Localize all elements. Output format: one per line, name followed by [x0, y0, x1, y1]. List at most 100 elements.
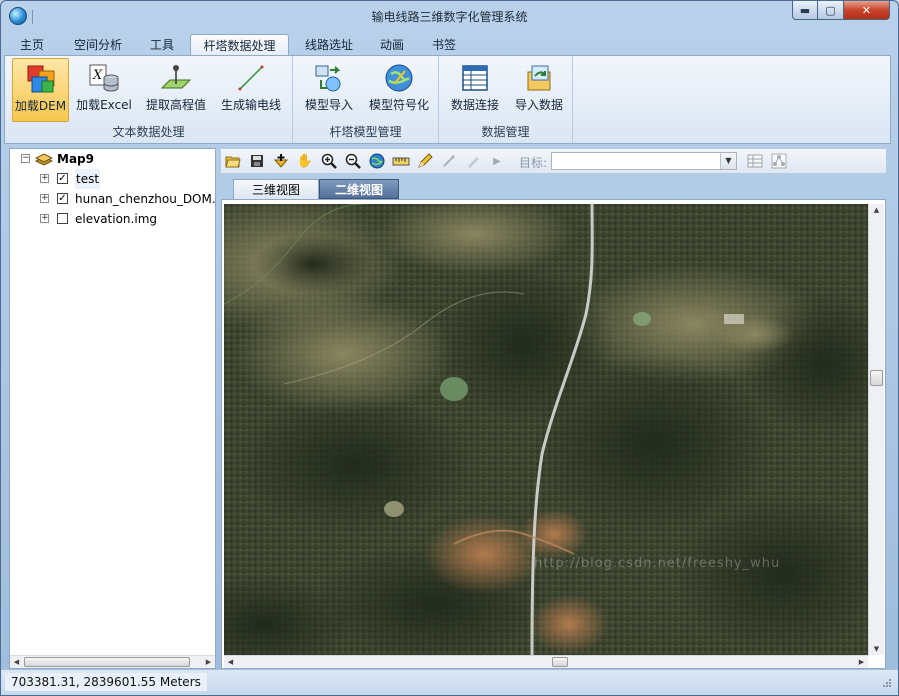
dem-layers-icon: [27, 65, 54, 93]
expand-icon[interactable]: +: [40, 174, 49, 183]
load-dem-label: 加载DEM: [14, 99, 67, 113]
coordinate-readout: 703381.31, 2839601.55 Meters: [5, 673, 207, 691]
symbol-globe-icon: [385, 64, 413, 92]
layer-tree-panel: − Map9 + ✓ test + ✓ hunan_chenzhou_DOM.t…: [9, 148, 216, 669]
map-name: Map9: [57, 152, 94, 166]
import-data-icon: [527, 65, 551, 91]
scroll-thumb[interactable]: [552, 657, 568, 667]
symbolize-model-label: 模型符号化: [368, 98, 429, 112]
scroll-right-arrow-icon[interactable]: ▶: [855, 656, 868, 668]
import-data-label: 导入数据: [514, 98, 563, 112]
scroll-thumb[interactable]: [24, 657, 190, 667]
ribbon-group-tower-model: 模型导入 模型符号化 杆塔模型管理: [293, 56, 439, 143]
extract-elevation-label: 提取高程值: [145, 98, 206, 112]
tab-home[interactable]: 主页: [9, 34, 55, 56]
tab-2d-view[interactable]: 二维视图: [319, 179, 399, 199]
generate-line-label: 生成输电线: [220, 98, 281, 112]
map-layers-icon: [35, 153, 53, 166]
svg-text:X: X: [92, 68, 103, 83]
zoom-in-icon[interactable]: [320, 152, 338, 170]
close-button[interactable]: ✕: [844, 1, 890, 20]
ribbon-group-data-management: 数据连接 导入数据 数据管理: [439, 56, 573, 143]
tab-3d-view[interactable]: 三维视图: [233, 179, 319, 199]
dropdown-arrow-icon[interactable]: ▼: [720, 153, 736, 169]
toc-horizontal-scrollbar[interactable]: ◀ ▶: [10, 655, 215, 668]
layer-name: test: [75, 169, 101, 189]
data-connection-label: 数据连接: [450, 98, 499, 112]
scroll-right-arrow-icon[interactable]: ▶: [202, 656, 215, 668]
edit-pencil-icon[interactable]: [416, 152, 434, 170]
excel-database-icon: X: [89, 64, 119, 92]
minimize-button[interactable]: ▬: [792, 1, 818, 20]
tab-route-selection[interactable]: 线路选址: [294, 34, 364, 56]
full-extent-globe-icon[interactable]: [368, 152, 386, 170]
ribbon-panel: 加载DEM X 加载Excel 提取高程值 生成输电线 文本数据处理 模型导入 …: [4, 55, 891, 144]
scroll-up-arrow-icon[interactable]: ▲: [870, 204, 883, 216]
import-model-button[interactable]: 模型导入: [299, 58, 359, 122]
resize-grip-icon[interactable]: [882, 678, 892, 688]
draw-pen-icon[interactable]: [464, 152, 482, 170]
save-icon[interactable]: [248, 152, 266, 170]
open-folder-icon[interactable]: [224, 152, 242, 170]
maximize-button[interactable]: ▢: [818, 1, 844, 20]
window-controls: ▬ ▢ ✕: [792, 1, 890, 20]
tab-tools[interactable]: 工具: [139, 34, 185, 56]
zoom-out-icon[interactable]: [344, 152, 362, 170]
load-dem-button[interactable]: 加载DEM: [12, 58, 69, 122]
collapse-icon[interactable]: −: [21, 154, 30, 163]
map-view-frame: http://blog.csdn.net/freeshy_whu ▲ ▼ ◀ ▶: [221, 199, 886, 669]
watermark-text: http://blog.csdn.net/freeshy_whu: [534, 556, 781, 571]
generate-line-button[interactable]: 生成输电线: [215, 58, 287, 122]
data-table-icon: [462, 65, 488, 91]
layer-name: hunan_chenzhou_DOM.tif: [75, 192, 215, 206]
status-bar: 703381.31, 2839601.55 Meters: [1, 669, 898, 695]
extract-elevation-button[interactable]: 提取高程值: [143, 58, 209, 122]
layer-checkbox-checked[interactable]: ✓: [57, 173, 68, 184]
target-select[interactable]: ▼: [551, 152, 737, 170]
import-model-label: 模型导入: [304, 98, 353, 112]
group-label-text-data: 文本数据处理: [112, 125, 185, 139]
ribbon-group-text-data: 加载DEM X 加载Excel 提取高程值 生成输电线 文本数据处理: [5, 56, 293, 143]
load-excel-button[interactable]: X 加载Excel: [73, 58, 135, 122]
target-label: 目标:: [519, 156, 548, 170]
group-label-data-management: 数据管理: [481, 125, 530, 139]
load-excel-label: 加载Excel: [76, 98, 132, 112]
data-connection-button[interactable]: 数据连接: [445, 58, 505, 122]
view-tabs: 三维视图 二维视图: [223, 177, 886, 199]
power-line-icon: [238, 65, 264, 91]
tab-animation[interactable]: 动画: [369, 34, 415, 56]
elevation-pin-icon: [160, 65, 192, 89]
tab-bookmarks[interactable]: 书签: [421, 34, 467, 56]
expand-icon[interactable]: +: [40, 214, 49, 223]
sketch-tool-icon[interactable]: [440, 152, 458, 170]
tab-tower-data-processing[interactable]: 杆塔数据处理: [190, 34, 289, 56]
model-import-icon: [315, 65, 341, 92]
layer-checkbox-checked[interactable]: ✓: [57, 193, 68, 204]
scroll-left-arrow-icon[interactable]: ◀: [10, 656, 23, 668]
pan-hand-icon[interactable]: ✋: [296, 152, 314, 170]
scroll-down-arrow-icon[interactable]: ▼: [870, 643, 883, 655]
scroll-thumb[interactable]: [870, 370, 883, 386]
map-horizontal-scrollbar[interactable]: ◀ ▶: [224, 655, 868, 668]
add-data-icon[interactable]: [272, 152, 290, 170]
satellite-map-canvas[interactable]: http://blog.csdn.net/freeshy_whu: [224, 204, 868, 655]
tab-spatial-analysis[interactable]: 空间分析: [63, 34, 133, 56]
symbolize-model-button[interactable]: 模型符号化: [365, 58, 433, 122]
import-data-button[interactable]: 导入数据: [509, 58, 569, 122]
measure-ruler-icon[interactable]: [392, 152, 410, 170]
scroll-left-arrow-icon[interactable]: ◀: [224, 656, 237, 668]
expand-icon[interactable]: +: [40, 194, 49, 203]
map-vertical-scrollbar[interactable]: ▲ ▼: [868, 204, 884, 655]
layer-name: elevation.img: [75, 212, 157, 226]
group-label-tower-model: 杆塔模型管理: [329, 125, 402, 139]
layer-row-dom[interactable]: + ✓ hunan_chenzhou_DOM.tif: [10, 189, 215, 209]
play-arrow-icon[interactable]: ▶: [488, 152, 506, 170]
window-title: 输电线路三维数字化管理系统: [371, 10, 528, 24]
layer-checkbox-unchecked[interactable]: [57, 213, 68, 224]
ribbon-tabs: 主页 空间分析 工具 杆塔数据处理 线路选址 动画 书签: [1, 32, 898, 56]
network-nodes-icon[interactable]: [770, 152, 788, 170]
app-window: 输电线路三维数字化管理系统 ▬ ▢ ✕ 主页 空间分析 工具 杆塔数据处理 线路…: [0, 0, 899, 696]
map-toolbar: ✋ ▶ 目标: ▼: [221, 149, 886, 173]
satellite-imagery: [224, 204, 868, 655]
attribute-table-icon[interactable]: [746, 152, 764, 170]
